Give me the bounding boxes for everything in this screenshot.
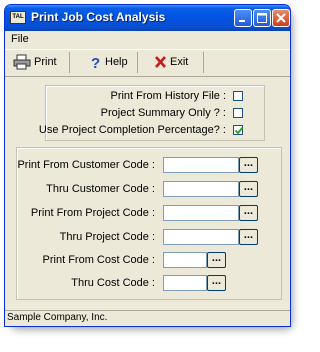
help-icon: ? — [91, 55, 100, 70]
print-from-project-input[interactable] — [163, 205, 239, 221]
project-summary-label: Project Summary Only ? : — [100, 107, 226, 119]
thru-project-lookup-button[interactable]: ... — [239, 229, 258, 245]
minimize-icon — [239, 20, 245, 22]
print-from-history-label: Print From History File : — [110, 90, 226, 102]
print-job-cost-window: TAL Print Job Cost Analysis File Print ? — [4, 4, 291, 327]
project-summary-checkbox[interactable] — [233, 108, 243, 118]
window-title: Print Job Cost Analysis — [31, 10, 166, 24]
svg-text:?: ? — [91, 55, 100, 70]
print-button[interactable]: Print — [7, 52, 70, 73]
print-from-cost-label: Print From Cost Code : — [42, 254, 155, 266]
print-from-customer-label: Print From Customer Code : — [17, 159, 155, 171]
print-from-project-label: Print From Project Code : — [30, 207, 155, 219]
thru-customer-input[interactable] — [163, 181, 239, 197]
use-completion-pct-label: Use Project Completion Percentage? : — [38, 124, 226, 136]
title-bar[interactable]: TAL Print Job Cost Analysis — [5, 5, 290, 31]
help-label: Help — [105, 56, 128, 68]
print-from-customer-input[interactable] — [163, 157, 239, 173]
company-name-status: Sample Company, Inc. — [7, 312, 108, 323]
print-from-cost-input[interactable] — [163, 252, 207, 268]
thru-customer-lookup-button[interactable]: ... — [239, 181, 258, 197]
print-from-cost-lookup-button[interactable]: ... — [207, 252, 226, 268]
close-icon — [276, 13, 286, 23]
exit-x-icon — [155, 56, 166, 68]
menu-bar: File — [5, 31, 290, 48]
maximize-icon — [257, 13, 267, 23]
printer-icon — [13, 54, 31, 70]
thru-cost-lookup-button[interactable]: ... — [207, 275, 226, 291]
use-completion-pct-checkbox[interactable] — [233, 125, 244, 135]
toolbar: Print ? Help Exit — [5, 49, 290, 77]
thru-customer-label: Thru Customer Code : — [46, 183, 155, 195]
close-button[interactable] — [272, 9, 290, 27]
options-group: Print From History File : Project Summar… — [39, 85, 265, 141]
checkmark-icon — [234, 126, 244, 135]
thru-project-input[interactable] — [163, 229, 239, 245]
thru-cost-label: Thru Cost Code : — [71, 277, 155, 289]
print-from-project-lookup-button[interactable]: ... — [239, 205, 258, 221]
thru-project-label: Thru Project Code : — [59, 231, 155, 243]
range-group: Print From Customer Code : ... Thru Cust… — [16, 147, 282, 300]
thru-cost-input[interactable] — [163, 275, 207, 291]
minimize-button[interactable] — [234, 9, 252, 27]
app-icon: TAL — [10, 11, 26, 24]
print-from-customer-lookup-button[interactable]: ... — [239, 157, 258, 173]
exit-button[interactable]: Exit — [138, 52, 204, 73]
help-button[interactable]: ? Help — [70, 52, 138, 73]
status-bar: Sample Company, Inc. — [5, 310, 290, 326]
print-label: Print — [34, 56, 57, 68]
exit-label: Exit — [170, 56, 189, 68]
print-from-history-checkbox[interactable] — [233, 91, 243, 101]
menu-file[interactable]: File — [11, 33, 29, 45]
maximize-button[interactable] — [253, 9, 271, 27]
